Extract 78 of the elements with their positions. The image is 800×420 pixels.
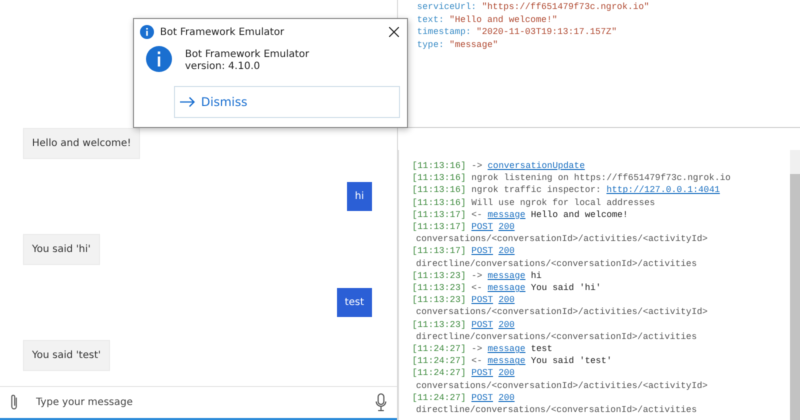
log-message-text: You said 'hi' xyxy=(530,283,602,294)
log-text: <- xyxy=(471,210,482,220)
log-link[interactable]: POST xyxy=(471,392,494,403)
log-message-text: You said 'test' xyxy=(530,356,612,366)
log-link[interactable]: message xyxy=(488,344,526,354)
log-link[interactable]: POST xyxy=(471,295,494,306)
log-timestamp: [11:24:27] xyxy=(412,344,466,354)
user-message: hi xyxy=(346,182,372,211)
dialog-heading: Bot Framework Emulator xyxy=(185,49,310,61)
scrollbar-thumb[interactable] xyxy=(790,174,800,420)
user-message: test xyxy=(336,288,372,317)
log-link[interactable]: 200 xyxy=(498,295,515,306)
log-link[interactable]: POST xyxy=(471,246,494,256)
log-text: <- xyxy=(471,356,482,366)
log-text: -> xyxy=(471,161,482,171)
log-timestamp: [11:13:16] xyxy=(412,198,466,208)
log-link[interactable]: 200 xyxy=(498,368,515,378)
log-link[interactable]: conversationUpdate xyxy=(488,161,585,171)
json-key: timestamp: xyxy=(417,27,472,38)
log-timestamp: [11:13:23] xyxy=(412,270,466,281)
log-timestamp: [11:13:16] xyxy=(412,161,466,171)
log-timestamp: [11:24:27] xyxy=(412,356,466,366)
log-path: directline/conversations/<conversationId>/activities xyxy=(415,258,698,270)
log-link[interactable]: message xyxy=(488,356,526,366)
json-value: "Hello and welcome!" xyxy=(449,14,558,25)
info-icon xyxy=(146,46,172,72)
json-value: "https://ff651479f73c.ngrok.io" xyxy=(482,2,650,12)
log-link[interactable]: POST xyxy=(471,222,494,232)
paperclip-icon[interactable] xyxy=(10,394,19,412)
log-timestamp: [11:13:17] xyxy=(412,222,466,232)
log-message-text: Hello and welcome! xyxy=(530,210,628,220)
log-text: -> xyxy=(471,270,482,281)
info-icon xyxy=(140,25,154,39)
log-timestamp: [11:13:23] xyxy=(412,295,466,306)
log-text: <- xyxy=(471,283,482,294)
log-text: -> xyxy=(471,344,482,354)
log-timestamp: [11:24:27] xyxy=(412,368,466,378)
log-link[interactable]: http://127.0.0.1:4041 xyxy=(606,185,720,196)
dialog-title: Bot Framework Emulator xyxy=(160,26,286,38)
log-link[interactable]: 200 xyxy=(498,392,515,403)
bot-message: Hello and welcome! xyxy=(23,128,140,159)
log-path: conversations/<conversationId>/activities/<activityId> xyxy=(415,380,709,392)
version-text: version: 4.10.0 xyxy=(185,61,261,73)
json-key: text: xyxy=(417,14,444,25)
dismiss-button[interactable]: Dismiss xyxy=(174,86,400,118)
json-key: type: xyxy=(417,40,444,50)
log-message-text: test xyxy=(530,344,552,354)
log-timestamp: [11:13:23] xyxy=(412,283,466,294)
log-text: Will use ngrok for local addresses xyxy=(471,198,656,208)
json-value: "2020-11-03T19:13:17.157Z" xyxy=(476,27,617,38)
log-link[interactable]: 200 xyxy=(498,320,515,330)
log-timestamp: [11:13:16] xyxy=(412,173,466,184)
log-link[interactable]: POST xyxy=(471,368,494,378)
log-path: directline/conversations/<conversationId>/activities xyxy=(415,404,698,416)
microphone-icon[interactable] xyxy=(375,393,387,412)
arrow-icon xyxy=(180,97,195,107)
log-link[interactable]: 200 xyxy=(498,246,515,256)
log-path: directline/conversations/<conversationId>/activities xyxy=(415,330,698,344)
bot-message: You said 'test' xyxy=(23,340,110,371)
bot-message: You said 'hi' xyxy=(23,234,100,265)
log-timestamp: [11:13:16] xyxy=(412,185,466,196)
close-icon[interactable] xyxy=(389,27,399,37)
log-path: conversations/<conversationId>/activities/<activityId> xyxy=(415,233,709,246)
log-message-text: hi xyxy=(530,270,542,281)
json-value: "message" xyxy=(449,40,498,50)
log-timestamp: [11:13:17] xyxy=(412,210,466,220)
log-timestamp: [11:13:23] xyxy=(412,320,466,330)
log-link[interactable]: message xyxy=(488,283,526,294)
log-timestamp: [11:24:27] xyxy=(412,392,466,403)
json-key: serviceUrl: xyxy=(417,2,476,12)
log-link[interactable]: 200 xyxy=(498,222,515,232)
log-text: ngrok listening on https://ff651479f73c.ngrok.io xyxy=(471,173,731,184)
log-link[interactable]: message xyxy=(488,210,526,220)
log-path: conversations/<conversationId>/activities/<activityId> xyxy=(415,306,709,319)
log-text: ngrok traffic inspector: xyxy=(471,185,602,196)
log-timestamp: [11:13:17] xyxy=(412,246,466,256)
log-link[interactable]: POST xyxy=(471,320,494,330)
log-link[interactable]: message xyxy=(488,270,526,281)
